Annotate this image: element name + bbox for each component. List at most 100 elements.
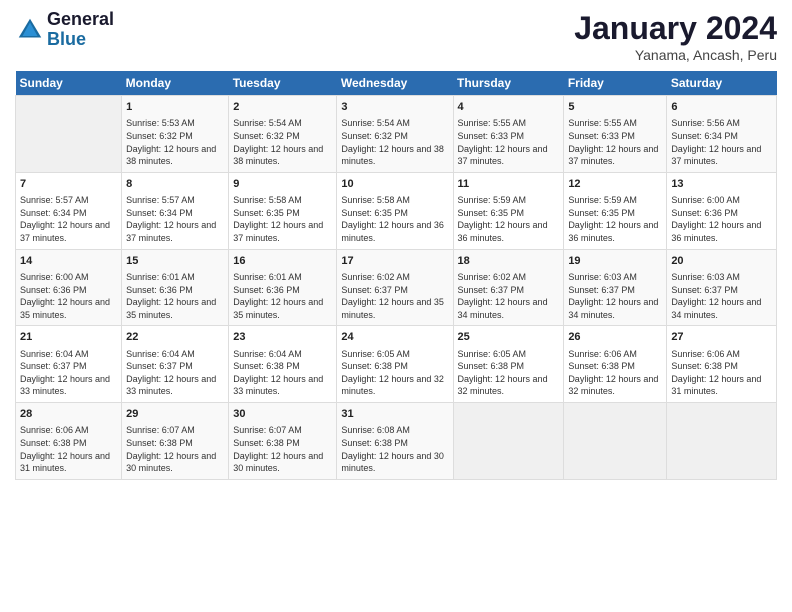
daylight: Daylight: 12 hours and 34 minutes. [671,296,772,321]
sunset: Sunset: 6:37 PM [341,284,448,297]
day-cell [453,403,564,480]
header-monday: Monday [122,71,229,96]
sunset: Sunset: 6:32 PM [341,130,448,143]
daylight: Daylight: 12 hours and 35 minutes. [126,296,224,321]
day-number: 2 [233,100,332,115]
day-cell: 21Sunrise: 6:04 AMSunset: 6:37 PMDayligh… [16,326,122,403]
sunset: Sunset: 6:38 PM [341,360,448,373]
sunset: Sunset: 6:35 PM [233,207,332,220]
day-number: 22 [126,330,224,345]
sunset: Sunset: 6:37 PM [458,284,560,297]
sunset: Sunset: 6:32 PM [233,130,332,143]
sunset: Sunset: 6:38 PM [458,360,560,373]
sunset: Sunset: 6:36 PM [233,284,332,297]
sunrise: Sunrise: 5:54 AM [233,117,332,130]
day-cell: 20 Sunrise: 6:03 AMSunset: 6:37 PMDayligh… [667,249,777,326]
week-row-4: 21Sunrise: 6:04 AMSunset: 6:37 PMDayligh… [16,326,777,403]
day-number: 25 [458,330,560,345]
day-cell: 28 Sunrise: 6:06 AMSunset: 6:38 PMDayligh… [16,403,122,480]
day-number: 20 [671,254,772,269]
sunrise: Sunrise: 6:06 AM [671,348,772,361]
day-number: 11 [458,177,560,192]
daylight: Daylight: 12 hours and 37 minutes. [126,219,224,244]
daylight: Daylight: 12 hours and 37 minutes. [233,219,332,244]
sunset: Sunset: 6:38 PM [233,437,332,450]
sunset: Sunset: 6:34 PM [20,207,117,220]
sunrise: Sunrise: 6:04 AM [233,348,332,361]
week-row-1: 1Sunrise: 5:53 AMSunset: 6:32 PMDaylight… [16,96,777,173]
sunrise: Sunrise: 6:01 AM [233,271,332,284]
day-cell: 3Sunrise: 5:54 AMSunset: 6:32 PMDaylight… [337,96,453,173]
daylight: Daylight: 12 hours and 35 minutes. [341,296,448,321]
daylight: Daylight: 12 hours and 30 minutes. [233,450,332,475]
daylight: Daylight: 12 hours and 32 minutes. [341,373,448,398]
daylight: Daylight: 12 hours and 31 minutes. [20,450,117,475]
header-tuesday: Tuesday [229,71,337,96]
sunset: Sunset: 6:37 PM [671,284,772,297]
sunset: Sunset: 6:37 PM [568,284,662,297]
sunset: Sunset: 6:38 PM [671,360,772,373]
sunrise: Sunrise: 5:56 AM [671,117,772,130]
sunset: Sunset: 6:32 PM [126,130,224,143]
daylight: Daylight: 12 hours and 37 minutes. [20,219,117,244]
day-number: 9 [233,177,332,192]
sunrise: Sunrise: 5:54 AM [341,117,448,130]
sunset: Sunset: 6:35 PM [341,207,448,220]
day-number: 30 [233,407,332,422]
daylight: Daylight: 12 hours and 34 minutes. [568,296,662,321]
day-cell: 24Sunrise: 6:05 AMSunset: 6:38 PMDayligh… [337,326,453,403]
daylight: Daylight: 12 hours and 32 minutes. [568,373,662,398]
day-cell: 7 Sunrise: 5:57 AMSunset: 6:34 PMDaylight… [16,172,122,249]
calendar-table: Sunday Monday Tuesday Wednesday Thursday… [15,71,777,480]
sunrise: Sunrise: 6:06 AM [20,424,117,437]
day-number: 28 [20,407,117,422]
daylight: Daylight: 12 hours and 35 minutes. [233,296,332,321]
day-cell: 25Sunrise: 6:05 AMSunset: 6:38 PMDayligh… [453,326,564,403]
week-row-5: 28Sunrise: 6:06 AMSunset: 6:38 PMDayligh… [16,403,777,480]
page: General Blue January 2024 Yanama, Ancash… [0,0,792,612]
sunrise: Sunrise: 5:57 AM [20,194,117,207]
day-number: 12 [568,177,662,192]
week-row-3: 14Sunrise: 6:00 AMSunset: 6:36 PMDayligh… [16,249,777,326]
daylight: Daylight: 12 hours and 30 minutes. [126,450,224,475]
daylight: Daylight: 12 hours and 38 minutes. [126,143,224,168]
sunrise: Sunrise: 5:59 AM [568,194,662,207]
daylight: Daylight: 12 hours and 37 minutes. [458,143,560,168]
day-number: 16 [233,254,332,269]
day-cell: 27Sunrise: 6:06 AMSunset: 6:38 PMDayligh… [667,326,777,403]
day-number: 5 [568,100,662,115]
header: General Blue January 2024 Yanama, Ancash… [15,10,777,63]
day-number: 7 [20,177,117,192]
sunset: Sunset: 6:38 PM [20,437,117,450]
daylight: Daylight: 12 hours and 37 minutes. [671,143,772,168]
day-cell: 26Sunrise: 6:06 AMSunset: 6:38 PMDayligh… [564,326,667,403]
daylight: Daylight: 12 hours and 37 minutes. [568,143,662,168]
sunrise: Sunrise: 6:05 AM [341,348,448,361]
day-cell: 18Sunrise: 6:02 AMSunset: 6:37 PMDayligh… [453,249,564,326]
sunset: Sunset: 6:35 PM [568,207,662,220]
daylight: Daylight: 12 hours and 31 minutes. [671,373,772,398]
sunset: Sunset: 6:34 PM [126,207,224,220]
main-title: January 2024 [574,10,777,47]
day-cell: 4Sunrise: 5:55 AMSunset: 6:33 PMDaylight… [453,96,564,173]
sunrise: Sunrise: 6:03 AM [671,271,772,284]
header-thursday: Thursday [453,71,564,96]
sunrise: Sunrise: 5:58 AM [233,194,332,207]
daylight: Daylight: 12 hours and 36 minutes. [458,219,560,244]
header-friday: Friday [564,71,667,96]
day-cell: 14Sunrise: 6:00 AMSunset: 6:36 PMDayligh… [16,249,122,326]
sunset: Sunset: 6:36 PM [671,207,772,220]
sunset: Sunset: 6:38 PM [341,437,448,450]
day-cell: 19Sunrise: 6:03 AMSunset: 6:37 PMDayligh… [564,249,667,326]
day-cell: 17Sunrise: 6:02 AMSunset: 6:37 PMDayligh… [337,249,453,326]
sunset: Sunset: 6:38 PM [233,360,332,373]
sunset: Sunset: 6:37 PM [126,360,224,373]
daylight: Daylight: 12 hours and 33 minutes. [20,373,117,398]
daylight: Daylight: 12 hours and 30 minutes. [341,450,448,475]
sunrise: Sunrise: 6:06 AM [568,348,662,361]
logo-icon [15,15,45,45]
logo-text: General Blue [47,10,114,50]
sunset: Sunset: 6:33 PM [568,130,662,143]
day-number: 13 [671,177,772,192]
sunset: Sunset: 6:33 PM [458,130,560,143]
